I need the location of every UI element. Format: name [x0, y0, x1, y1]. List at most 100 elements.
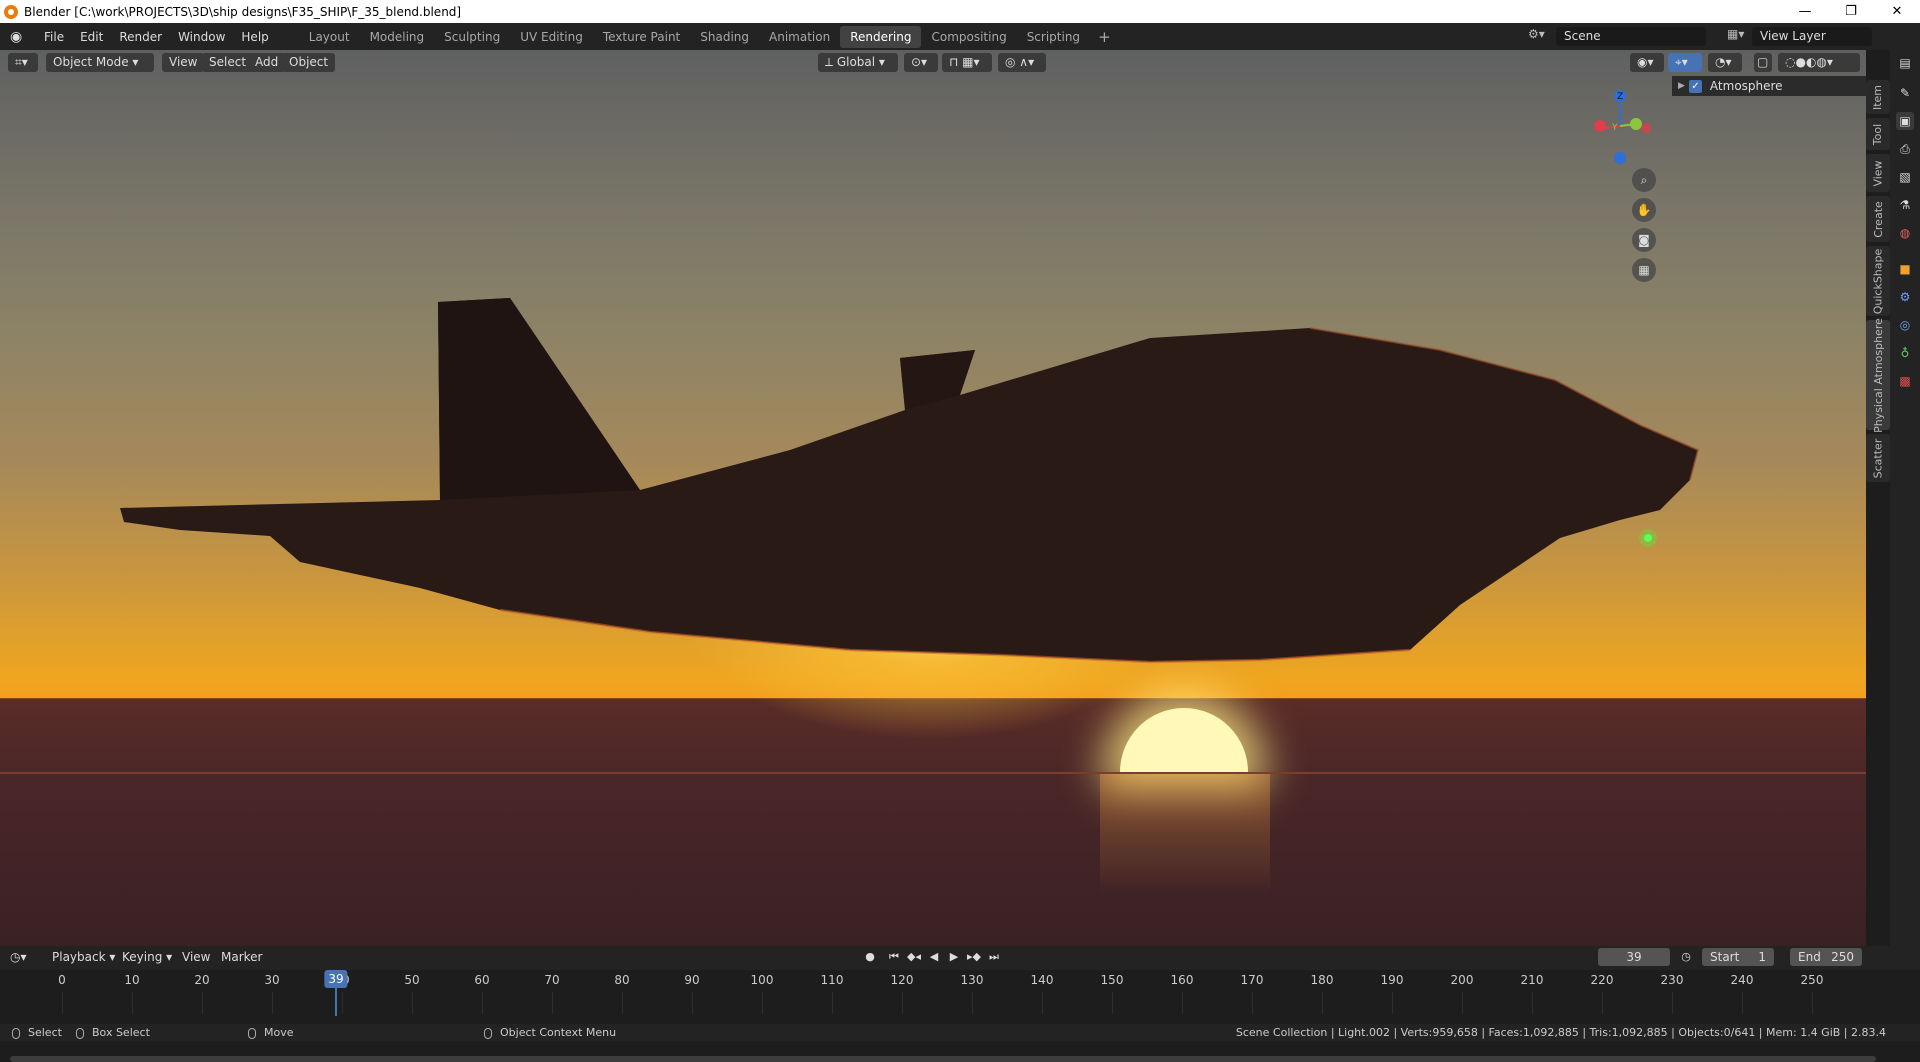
- tab-compositing[interactable]: Compositing: [921, 26, 1016, 48]
- jump-start-icon[interactable]: ⏮: [886, 950, 902, 964]
- tab-uv-editing[interactable]: UV Editing: [510, 26, 593, 48]
- add-menu[interactable]: Add: [248, 53, 286, 72]
- tab-physical-atmosphere[interactable]: Physical Atmosphere: [1866, 318, 1890, 432]
- perspective-grid-icon[interactable]: ▦: [1632, 258, 1656, 282]
- timeline-scrollbar[interactable]: [10, 1056, 1876, 1062]
- editor-type-icon[interactable]: ⌗▾: [8, 53, 38, 72]
- object-data-properties-icon[interactable]: ♁: [1896, 344, 1914, 362]
- frame-gridline: [1252, 992, 1253, 1014]
- tab-rendering[interactable]: Rendering: [840, 25, 922, 48]
- frame-tick-label: 100: [750, 973, 774, 987]
- 3d-viewport[interactable]: Z Y ⌕ ✋ ◙ ▦: [0, 50, 1866, 946]
- navigation-gizmo[interactable]: Z Y: [1580, 86, 1660, 166]
- tab-layout[interactable]: Layout: [299, 26, 360, 48]
- expand-arrow-icon[interactable]: ▶: [1678, 81, 1685, 91]
- proportional-edit-icon[interactable]: ◎ ∧▾: [998, 53, 1046, 72]
- menu-edit[interactable]: Edit: [72, 30, 111, 44]
- visibility-icon[interactable]: ◉▾: [1630, 53, 1664, 72]
- record-icon[interactable]: ●: [862, 950, 878, 964]
- next-keyframe-icon[interactable]: ▸◆: [966, 950, 982, 964]
- tab-item[interactable]: Item: [1866, 80, 1890, 114]
- view-menu[interactable]: View: [162, 53, 205, 72]
- timeline-track[interactable]: [0, 992, 1920, 1062]
- minimize-button[interactable]: —: [1782, 0, 1828, 23]
- playback-menu[interactable]: Playback ▾: [52, 949, 115, 965]
- timeline-view-menu[interactable]: View: [182, 949, 210, 965]
- properties-strip: ▤ ✎ ▣ ⎙ ▧ ⚗ ◍ ■ ⚙ ◎ ♁ ▩: [1890, 50, 1920, 946]
- view-layer-properties-icon[interactable]: ▧: [1896, 168, 1914, 186]
- pan-hand-icon[interactable]: ✋: [1632, 198, 1656, 222]
- frame-tick-label: 180: [1310, 973, 1334, 987]
- object-menu[interactable]: Object: [282, 53, 336, 72]
- add-workspace-icon[interactable]: +: [1090, 28, 1119, 46]
- menu-file[interactable]: File: [36, 30, 72, 44]
- object-mode-dropdown[interactable]: Object Mode ▾: [46, 53, 154, 72]
- blender-logo-icon[interactable]: ◉: [10, 30, 28, 44]
- current-frame-field[interactable]: 39: [1598, 948, 1670, 966]
- tab-texture-paint[interactable]: Texture Paint: [593, 26, 690, 48]
- shading-modes-icon[interactable]: ◌●◐◍▾: [1778, 53, 1860, 72]
- preview-range-icon[interactable]: ◷: [1678, 950, 1694, 964]
- scene-browse-icon[interactable]: ⚙▾: [1528, 27, 1545, 41]
- tab-create[interactable]: Create: [1866, 196, 1890, 242]
- current-frame-indicator[interactable]: 39: [324, 970, 348, 988]
- scene-properties-icon[interactable]: ⚗: [1896, 196, 1914, 214]
- right-mouse-icon: [484, 1027, 492, 1039]
- timeline-editor-type-icon[interactable]: ◷▾: [10, 949, 27, 965]
- playhead-line: [335, 988, 337, 1016]
- tool-icon[interactable]: ✎: [1896, 84, 1914, 102]
- camera-view-icon[interactable]: ◙: [1632, 228, 1656, 252]
- keying-menu[interactable]: Keying ▾: [122, 949, 172, 965]
- atmosphere-panel: ▶ ✓ Atmosphere: [1672, 76, 1866, 96]
- view-layer-browse-icon[interactable]: ▦▾: [1727, 27, 1744, 41]
- atmosphere-checkbox[interactable]: ✓: [1688, 79, 1702, 93]
- xray-icon[interactable]: ▢: [1754, 53, 1772, 72]
- close-button[interactable]: ✕: [1874, 0, 1920, 23]
- prev-keyframe-icon[interactable]: ◆◂: [906, 950, 922, 964]
- texture-properties-icon[interactable]: ▩: [1896, 372, 1914, 390]
- start-value: 1: [1758, 950, 1766, 964]
- frame-ruler[interactable]: 0102030405060708090100110120130140150160…: [0, 970, 1920, 992]
- end-label: End: [1798, 950, 1821, 964]
- object-properties-icon[interactable]: ■: [1896, 260, 1914, 278]
- frame-gridline: [1322, 992, 1323, 1014]
- tab-scatter[interactable]: Scatter: [1866, 434, 1890, 482]
- transform-orientation-dropdown[interactable]: ⟂ Global ▾: [818, 53, 898, 72]
- tab-quickshape[interactable]: QuickShape: [1866, 246, 1890, 316]
- menu-help[interactable]: Help: [233, 30, 276, 44]
- modifier-properties-icon[interactable]: ⚙: [1896, 288, 1914, 306]
- gizmos-toggle-icon[interactable]: ⌖▾: [1668, 53, 1702, 72]
- tab-modeling[interactable]: Modeling: [360, 26, 435, 48]
- view-layer-selector[interactable]: View Layer: [1752, 27, 1872, 46]
- jump-end-icon[interactable]: ⏭: [986, 950, 1002, 964]
- tab-tool[interactable]: Tool: [1866, 118, 1890, 150]
- pivot-point-icon[interactable]: ⊙▾: [904, 53, 938, 72]
- marker-menu[interactable]: Marker: [221, 949, 262, 965]
- scene-selector[interactable]: Scene: [1556, 27, 1706, 46]
- tab-shading[interactable]: Shading: [690, 26, 759, 48]
- frame-tick-label: 170: [1240, 973, 1264, 987]
- maximize-button[interactable]: ❐: [1828, 0, 1874, 23]
- start-frame-field[interactable]: Start 1: [1702, 948, 1774, 966]
- frame-tick-label: 0: [58, 973, 66, 987]
- select-menu[interactable]: Select: [202, 53, 254, 72]
- physics-properties-icon[interactable]: ◎: [1896, 316, 1914, 334]
- zoom-icon[interactable]: ⌕: [1632, 168, 1656, 192]
- output-properties-icon[interactable]: ⎙: [1896, 140, 1914, 158]
- end-frame-field[interactable]: End 250: [1790, 948, 1862, 966]
- play-reverse-icon[interactable]: ◀: [926, 950, 942, 964]
- render-properties-icon[interactable]: ▣: [1896, 112, 1914, 130]
- play-icon[interactable]: ▶: [946, 950, 962, 964]
- snapping-icon[interactable]: ⊓ ▦▾: [942, 53, 992, 72]
- tab-sculpting[interactable]: Sculpting: [434, 26, 510, 48]
- window-titlebar: Blender [C:\work\PROJECTS\3D\ship design…: [0, 0, 1920, 23]
- tab-scripting[interactable]: Scripting: [1017, 26, 1090, 48]
- window-title: Blender [C:\work\PROJECTS\3D\ship design…: [24, 4, 462, 19]
- overlays-icon[interactable]: ◔▾: [1708, 53, 1742, 72]
- tab-animation[interactable]: Animation: [759, 26, 840, 48]
- properties-editor-icon[interactable]: ▤: [1896, 54, 1914, 72]
- menu-window[interactable]: Window: [170, 30, 233, 44]
- tab-view[interactable]: View: [1866, 154, 1890, 192]
- menu-render[interactable]: Render: [111, 30, 170, 44]
- world-properties-icon[interactable]: ◍: [1896, 224, 1914, 242]
